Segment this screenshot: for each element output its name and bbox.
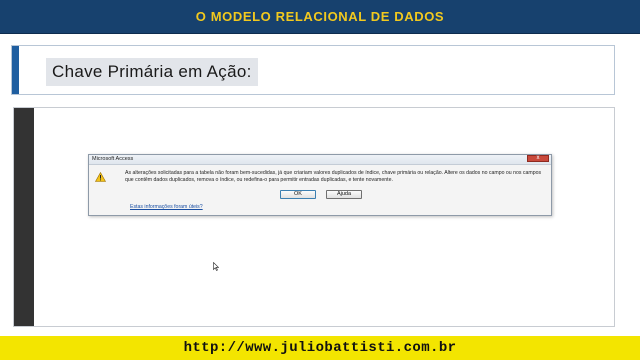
close-button[interactable]: x [527, 155, 549, 162]
subtitle-panel: Chave Primária em Ação: [11, 45, 615, 95]
dialog-title: Microsoft Access [92, 156, 134, 162]
slide-subtitle: Chave Primária em Ação: [46, 58, 258, 86]
feedback-link[interactable]: Estas informações foram úteis? [130, 204, 203, 211]
mouse-cursor-icon [213, 262, 219, 271]
screenshot-left-strip [14, 108, 34, 326]
access-screenshot: Microsoft Access x As alterações solicit… [13, 107, 615, 327]
header-bar: O MODELO RELACIONAL DE DADOS [0, 0, 640, 34]
footer-bar: http://www.juliobattisti.com.br [0, 336, 640, 360]
slide-title: O MODELO RELACIONAL DE DADOS [195, 9, 445, 24]
access-error-dialog: Microsoft Access x As alterações solicit… [88, 154, 552, 216]
ok-button[interactable]: OK [280, 190, 316, 199]
warning-icon [95, 172, 106, 182]
footer-url[interactable]: http://www.juliobattisti.com.br [184, 340, 457, 356]
dialog-titlebar: Microsoft Access x [89, 155, 551, 165]
help-button[interactable]: Ajuda [326, 190, 362, 199]
close-icon: x [536, 155, 540, 161]
dialog-message: As alterações solicitadas para a tabela … [125, 170, 542, 183]
subtitle-accent-bar [12, 46, 19, 94]
